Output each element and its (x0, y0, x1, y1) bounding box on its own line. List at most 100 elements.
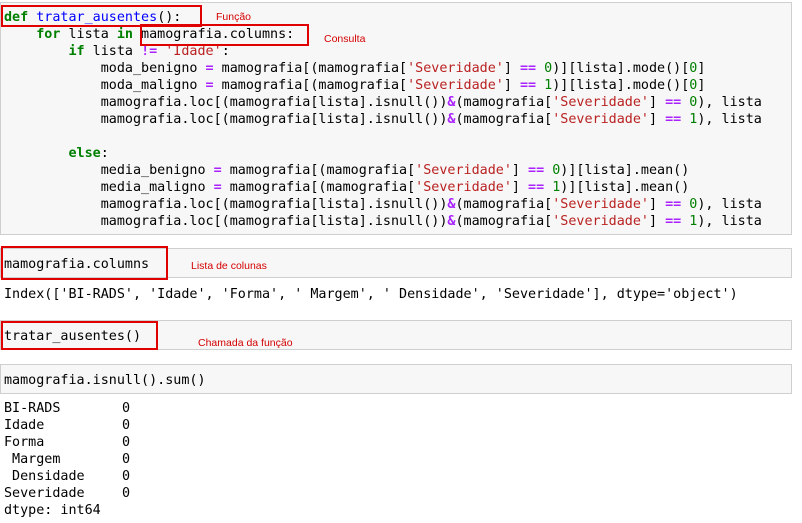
code-cell-isnull-sum[interactable]: mamografia.isnull().sum() (0, 364, 792, 394)
series-value: 0 (122, 452, 131, 467)
highlight-box-columns (140, 24, 309, 46)
series-key: Margem (4, 452, 61, 467)
code-token: 'Severidade' (552, 197, 649, 212)
code-token: 'Severidade' (415, 163, 512, 178)
code-token: != (141, 44, 158, 59)
code-token: )][lista].mode()[ (552, 61, 690, 76)
code-token: ] (511, 180, 529, 195)
code-token: 'Idade' (165, 44, 222, 59)
code-cell-function-definition[interactable]: def tratar_ausentes(): for lista in mamo… (0, 2, 792, 235)
code-token: 0 (544, 61, 553, 76)
series-row: Forma 0 (4, 434, 130, 451)
series-key: Densidade (4, 469, 85, 484)
series-rows: BI-RADS 0 Idade 0 Forma 0 Margem 0 Densidade 0 S… (4, 400, 130, 502)
code-token: 'Severidade' (552, 95, 649, 110)
series-value: 0 (122, 401, 131, 416)
series-value: 0 (122, 486, 131, 501)
highlight-box-call (1, 321, 158, 350)
code-token: ] (648, 214, 666, 229)
code-token: 'Severidade' (415, 180, 512, 195)
code-token: lista (60, 27, 117, 42)
code-token: = (213, 163, 222, 178)
code-token: )][lista].mode()[ (552, 78, 690, 93)
code-token: ] (697, 61, 706, 76)
code-line: moda_benigno = mamografia[(mamografia['S… (4, 60, 762, 77)
code-token: ] (697, 78, 706, 93)
series-value: 0 (122, 435, 131, 450)
code-line: moda_maligno = mamografia[(mamografia['S… (4, 77, 762, 94)
code-line: media_benigno = mamografia[(mamografia['… (4, 162, 762, 179)
code-token: (mamografia[ (455, 197, 553, 212)
code-token: media_maligno (4, 180, 214, 195)
code-line: if lista != 'Idade': (4, 43, 762, 60)
function-code[interactable]: def tratar_ausentes(): for lista in mamo… (4, 9, 762, 230)
code-token: (mamografia[ (455, 95, 553, 110)
annotation-funcao: Função (216, 11, 252, 23)
code-token: ] (503, 61, 520, 76)
code-token: mamografia.loc[(mamografia[lista].isnull… (4, 95, 448, 110)
series-row: BI-RADS 0 (4, 400, 130, 417)
code-token: 'Severidade' (407, 61, 504, 76)
code-token: mamografia[(mamografia[ (213, 78, 408, 93)
code-line: for lista in mamografia.columns: (4, 26, 762, 43)
series-value: 0 (122, 418, 131, 433)
annotation-lista-colunas: Lista de colunas (191, 260, 267, 272)
series-key: Idade (4, 418, 45, 433)
highlight-box-columns-cell (1, 246, 168, 280)
code-token: mamografia[(mamografia[ (213, 61, 408, 76)
code-token: moda_benigno (4, 61, 206, 76)
code-token: ] (648, 197, 666, 212)
code-token: = (205, 61, 214, 76)
series-key: BI-RADS (4, 401, 61, 416)
code-token: : (100, 146, 109, 161)
code-token: ), lista (697, 197, 762, 212)
code-token: ), lista (697, 214, 762, 229)
series-row: Idade 0 (4, 417, 130, 434)
annotation-consulta: Consulta (324, 33, 366, 45)
code-token: mamografia.loc[(mamografia[lista].isnull… (4, 214, 448, 229)
series-row: Margem 0 (4, 451, 130, 468)
code-token: for (36, 27, 61, 42)
code-token: )][lista].mean() (560, 180, 690, 195)
code-token: 'Severidade' (407, 78, 504, 93)
code-token: == (665, 214, 682, 229)
code-token: lista (84, 44, 142, 59)
code-token: : (221, 44, 230, 59)
code-token: (mamografia[ (455, 112, 553, 127)
code-token: 1 (544, 78, 553, 93)
code-token: mamografia[(mamografia[ (221, 163, 416, 178)
series-dtype: dtype: int64 (4, 503, 101, 518)
series-row: Severidade 0 (4, 485, 130, 502)
code-token: == (519, 78, 537, 93)
code-token: == (528, 180, 545, 195)
series-value: 0 (122, 469, 131, 484)
code-token: == (519, 61, 537, 76)
code-token: ), lista (697, 112, 762, 127)
code-token: 'Severidade' (552, 214, 649, 229)
code-token: media_benigno (4, 163, 214, 178)
code-token: mamografia[(mamografia[ (221, 180, 416, 195)
code-token: = (213, 180, 222, 195)
code-token: == (665, 112, 682, 127)
code-token: else (68, 146, 101, 161)
code-token: == (528, 163, 545, 178)
code-token: mamografia.loc[(mamografia[lista].isnull… (4, 197, 448, 212)
code-token: 'Severidade' (552, 112, 649, 127)
code-token: in (116, 27, 133, 42)
series-row: Densidade 0 (4, 468, 130, 485)
code-token: == (665, 95, 682, 110)
isnull-code[interactable]: mamografia.isnull().sum() (4, 372, 206, 389)
isnull-output: BI-RADS 0 Idade 0 Forma 0 Margem 0 Densidade 0 S… (4, 400, 130, 519)
code-line: mamografia.loc[(mamografia[lista].isnull… (4, 196, 762, 213)
code-token: ] (511, 163, 529, 178)
code-line: media_maligno = mamografia[(mamografia['… (4, 179, 762, 196)
code-line: mamografia.loc[(mamografia[lista].isnull… (4, 213, 762, 230)
code-line: mamografia.loc[(mamografia[lista].isnull… (4, 111, 762, 128)
